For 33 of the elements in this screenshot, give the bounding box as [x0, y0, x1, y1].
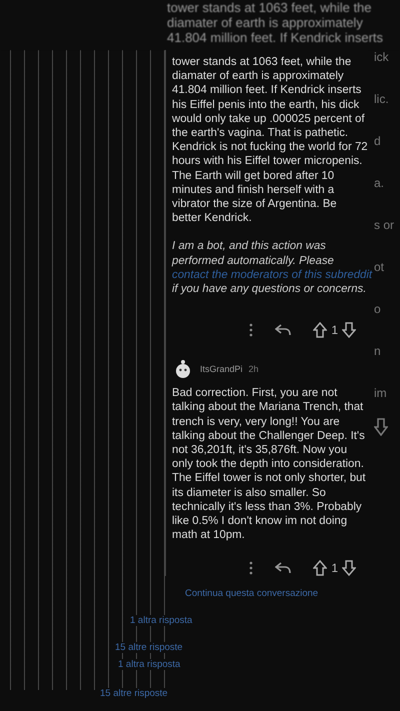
more-replies-link[interactable]: 1 altra risposta — [130, 615, 192, 626]
moderators-link[interactable]: contact the moderators of this subreddit — [172, 268, 372, 281]
comment-text-fragment: a. — [374, 176, 386, 190]
comment-text-fragment: ot — [374, 260, 386, 274]
comment-text-fragment: im — [374, 386, 388, 400]
background-comment-text: tower stands at 1063 feet, while the — [167, 0, 373, 15]
more-replies-link[interactable]: 15 altre risposte — [115, 642, 183, 654]
comment-text: tower stands at 1063 feet, while the diamater of earth is approximately 41.804 million feet. If Kendrick inserts his Eiffel penis into the earth, his dick would only take up .000025 percent of the earth's vagina. That is pathetic. Kendrick is not fucking the world for 72 hours with his Eiffel tower micropenis. The Earth will get bored after 10 minutes and finish herself with a vibrator the size of Argentina. Be better Kendrick. — [172, 55, 368, 226]
upvote-icon[interactable] — [313, 322, 328, 338]
reply-icon[interactable] — [275, 323, 292, 338]
more-options-icon[interactable] — [249, 323, 254, 338]
comment-text-fragment: o — [374, 302, 382, 316]
comment-text-fragment: d — [374, 134, 382, 148]
more-options-icon[interactable] — [249, 561, 254, 576]
vote-count: 1 — [331, 561, 338, 576]
upvote-icon[interactable] — [313, 560, 328, 576]
comment-text: Bad correction. First, you are not talking about the Mariana Trench, that trench is very, very long!! You are talking about the Challenger Deep. It's not 36,201ft, it's 35,876ft. Now you only took the depth into consideration. The Eiffel tower is not only shorter, but its diameter is also smaller. So technically it's less than 3%. Probably like 0.5% I don't know im not doing math at 10pm. — [172, 386, 367, 542]
downvote-icon[interactable] — [342, 560, 356, 576]
downvote-icon[interactable] — [374, 418, 388, 436]
more-replies-link[interactable]: Continua questa conversazione — [185, 588, 318, 600]
comment-age: 2h — [248, 364, 259, 374]
comment-text-fragment: lic. — [374, 92, 390, 106]
downvote-icon[interactable] — [342, 322, 356, 338]
background-comment-text: diamater of earth is approximately — [167, 15, 364, 30]
author-name[interactable]: ItsGrandPi — [200, 364, 243, 374]
comment-text-fragment: n — [374, 344, 382, 358]
reply-icon[interactable] — [275, 561, 292, 576]
more-replies-link[interactable]: 1 altra risposta — [118, 659, 180, 670]
vote-count: 1 — [331, 323, 338, 338]
more-replies-link[interactable]: 15 altre risposte — [100, 688, 168, 700]
comment-text-fragment: s or — [374, 218, 396, 232]
comment-text-fragment: ick — [374, 50, 390, 64]
background-comment-text: 41.804 million feet. If Kendrick inserts — [167, 30, 384, 45]
